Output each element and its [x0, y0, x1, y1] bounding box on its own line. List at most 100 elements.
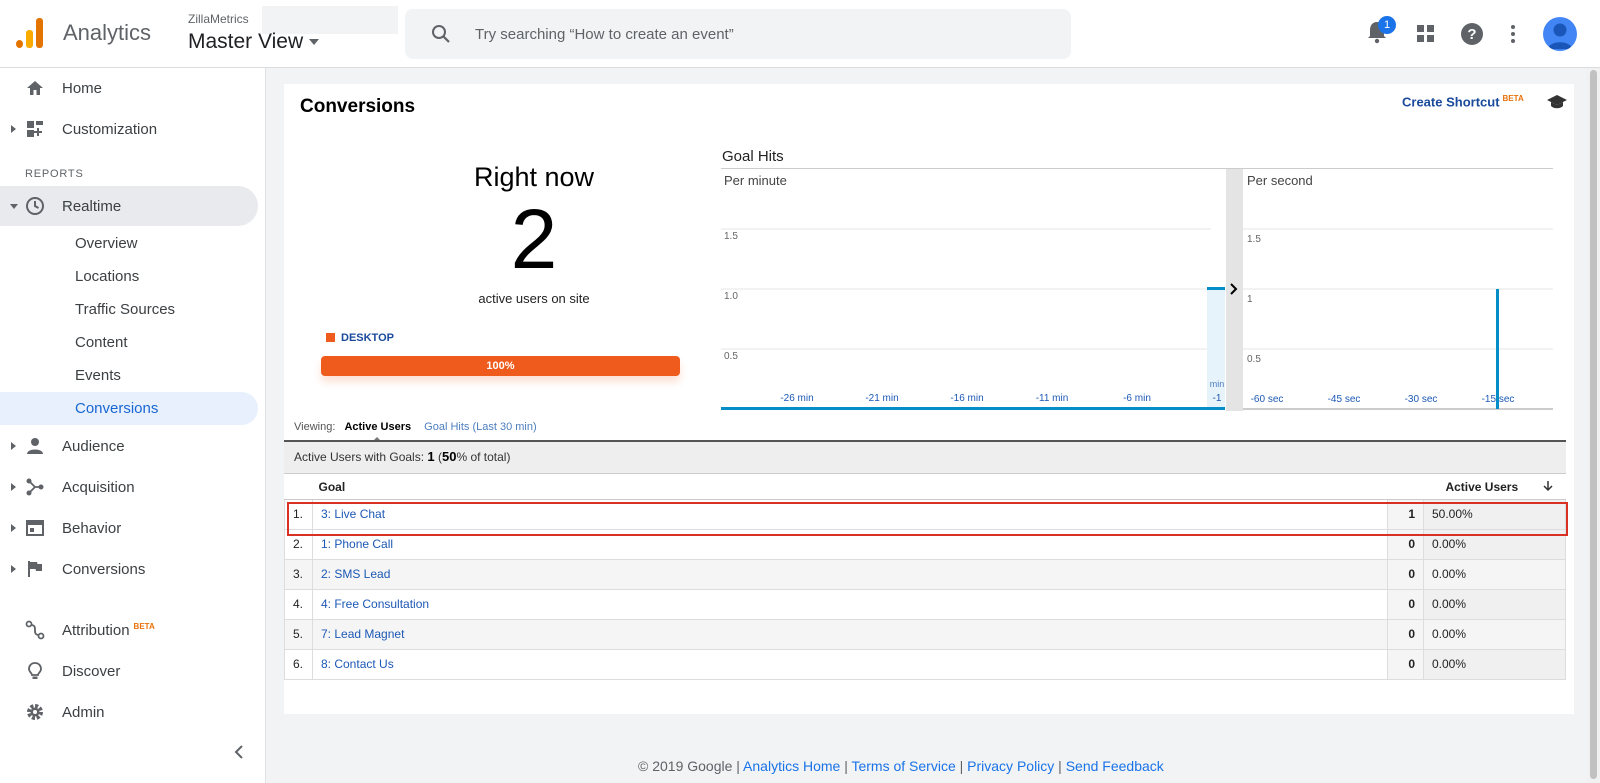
device-share-bar: 100% — [321, 356, 680, 376]
table-row: 1. 3: Live Chat 1 50.00% — [284, 499, 1566, 530]
sidebar-item-label: Admin — [62, 703, 105, 721]
search-bar[interactable] — [405, 9, 1071, 59]
sidebar-item-customization[interactable]: Customization — [0, 109, 258, 149]
attribution-icon — [25, 620, 45, 640]
footer-link-analytics-home[interactable]: Analytics Home — [743, 758, 840, 774]
x-tick-label: -26 min — [780, 393, 813, 404]
section-heading: REPORTS — [25, 168, 84, 180]
second-bar — [1496, 289, 1499, 409]
sidebar-subitem-events[interactable]: Events — [0, 359, 258, 392]
row-percent: 0.00% — [1423, 559, 1566, 590]
x-tick-label: min — [1210, 379, 1225, 389]
x-tick-label: -1 — [1213, 393, 1222, 404]
flag-icon — [28, 561, 42, 577]
row-percent: 0.00% — [1423, 619, 1566, 650]
column-header-active-users[interactable]: Active Users — [1387, 475, 1566, 500]
person-icon — [27, 438, 43, 454]
sidebar-subitem-conversions[interactable]: Conversions — [0, 392, 258, 425]
notifications-button[interactable]: 1 — [1366, 16, 1396, 48]
x-tick-label: -11 min — [1036, 393, 1069, 404]
goal-hits-title: Goal Hits — [722, 148, 784, 165]
expand-arrow-icon — [11, 442, 16, 450]
y-tick-label: 0.5 — [724, 351, 738, 362]
x-tick-label: -60 sec — [1251, 394, 1284, 405]
footer-link-feedback[interactable]: Send Feedback — [1066, 758, 1164, 774]
footer-link-privacy[interactable]: Privacy Policy — [967, 758, 1054, 774]
summary-percent: 50 — [441, 449, 457, 464]
help-button[interactable]: ? — [1460, 22, 1488, 50]
lightbulb-icon — [28, 662, 42, 679]
gear-icon — [27, 704, 43, 720]
sidebar-subitem-overview[interactable]: Overview — [0, 227, 258, 260]
user-avatar-icon — [1548, 23, 1572, 49]
row-percent: 0.00% — [1423, 649, 1566, 680]
footer-link-terms[interactable]: Terms of Service — [851, 758, 955, 774]
x-tick-label: -6 min — [1123, 393, 1151, 404]
view-name: Master View — [188, 30, 304, 53]
goal-link[interactable]: 7: Lead Magnet — [312, 619, 1388, 650]
expand-arrow-icon — [11, 483, 16, 491]
acquisition-icon — [26, 478, 44, 496]
row-count: 0 — [1387, 559, 1424, 590]
expand-arrow-icon — [11, 125, 16, 133]
right-now-title: Right now — [473, 162, 595, 192]
goal-link[interactable]: 3: Live Chat — [312, 499, 1388, 530]
x-tick-label: -21 min — [865, 393, 898, 404]
graduation-cap-icon[interactable] — [1546, 94, 1568, 110]
goal-hits-chart: Per minute 1.5 1.0 0.5 -26 min -21 min -… — [721, 168, 1553, 411]
y-tick-label: 0.5 — [1247, 354, 1261, 365]
collapse-sidebar-icon[interactable] — [233, 745, 245, 759]
goal-link[interactable]: 4: Free Consultation — [312, 589, 1388, 620]
sidebar-item-acquisition[interactable]: Acquisition — [0, 467, 258, 507]
sidebar-item-audience[interactable]: Audience — [0, 426, 258, 466]
goal-link[interactable]: 8: Contact Us — [312, 649, 1388, 680]
per-minute-label: Per minute — [724, 173, 787, 188]
search-input[interactable] — [475, 21, 1055, 47]
x-tick-label: -16 min — [950, 393, 983, 404]
create-shortcut-link[interactable]: Create Shortcut BETA — [1402, 94, 1524, 109]
scrollbar-thumb[interactable] — [1590, 70, 1597, 779]
sidebar-subitem-traffic-sources[interactable]: Traffic Sources — [0, 293, 258, 326]
row-index: 1. — [284, 499, 313, 530]
scrollbar[interactable] — [1587, 68, 1600, 783]
analytics-logo-icon[interactable] — [16, 18, 44, 48]
sidebar-item-behavior[interactable]: Behavior — [0, 508, 258, 548]
apps-button[interactable] — [1416, 24, 1444, 52]
expand-arrow-icon — [11, 524, 16, 532]
legend-swatch — [326, 333, 335, 342]
row-percent: 0.00% — [1423, 529, 1566, 560]
row-index: 5. — [284, 619, 313, 650]
viewing-label: Viewing: — [294, 421, 336, 433]
sidebar-item-discover[interactable]: Discover — [0, 651, 258, 691]
y-tick-label: 1.0 — [724, 291, 738, 302]
sidebar-subitem-content[interactable]: Content — [0, 326, 258, 359]
view-selector[interactable]: Master View — [188, 30, 320, 54]
current-minute-highlight — [1207, 289, 1225, 409]
sidebar-item-realtime[interactable]: Realtime — [0, 186, 258, 226]
sidebar-item-label: Conversions — [62, 560, 146, 578]
collapse-arrow-icon — [10, 203, 18, 209]
home-icon — [27, 81, 43, 95]
table-row: 6. 8: Contact Us 0 0.00% — [284, 649, 1566, 680]
row-count: 0 — [1387, 589, 1424, 620]
row-count: 0 — [1387, 649, 1424, 680]
column-header-goal[interactable]: Goal — [312, 475, 1388, 500]
goal-link[interactable]: 2: SMS Lead — [312, 559, 1388, 590]
table-row: 3. 2: SMS Lead 0 0.00% — [284, 559, 1566, 590]
sidebar-item-attribution[interactable]: Attribution BETA — [0, 610, 258, 650]
row-index: 4. — [284, 589, 313, 620]
sidebar-item-home[interactable]: Home — [0, 68, 258, 108]
help-icon: ? — [1461, 23, 1483, 45]
tab-active-users[interactable]: Active Users — [344, 421, 411, 433]
apps-grid-icon — [1417, 25, 1434, 42]
dashboard-icon — [27, 121, 43, 137]
sidebar-subitem-locations[interactable]: Locations — [0, 260, 258, 293]
goal-link[interactable]: 1: Phone Call — [312, 529, 1388, 560]
more-options-button[interactable] — [1509, 24, 1537, 52]
sidebar-item-label: Realtime — [62, 197, 122, 215]
sidebar-item-conversions[interactable]: Conversions — [0, 549, 258, 589]
tab-goal-hits[interactable]: Goal Hits (Last 30 min) — [424, 421, 536, 433]
summary-bar: Active Users with Goals: 1 (50% of total… — [284, 440, 1566, 474]
avatar[interactable] — [1543, 17, 1577, 51]
sidebar-item-admin[interactable]: Admin — [0, 692, 258, 732]
